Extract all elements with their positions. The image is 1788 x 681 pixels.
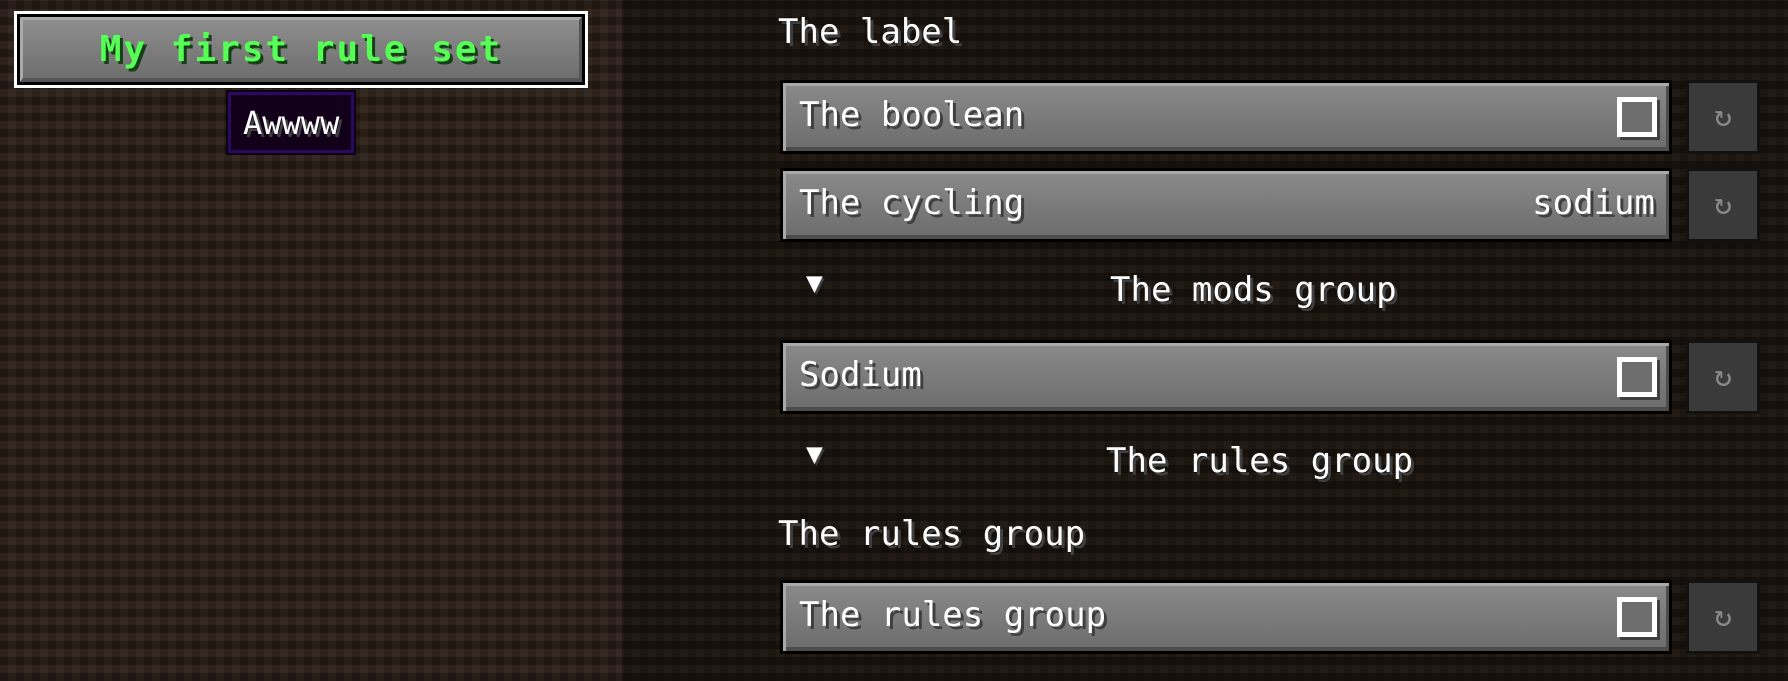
tooltip: Awwww (225, 90, 357, 155)
rule-set-button-label: My first rule set (99, 28, 503, 70)
boolean-option-label: The boolean (799, 95, 1025, 135)
reset-icon: ↻ (1713, 99, 1733, 134)
rules-group-option-row[interactable]: The rules group (780, 580, 1672, 654)
reset-icon: ↻ (1713, 187, 1733, 222)
left-panel: My first rule set Awwww (0, 0, 622, 681)
checkbox-icon[interactable] (1617, 97, 1657, 137)
reset-icon: ↻ (1713, 599, 1733, 634)
boolean-reset-button[interactable]: ↻ (1686, 80, 1760, 154)
rules-group-label: The rules group (1106, 441, 1414, 481)
rules-section-heading: The rules group (778, 514, 1086, 554)
mods-group-collapse-icon[interactable]: ▼ (806, 266, 823, 299)
sodium-option-label: Sodium (799, 355, 922, 395)
checkbox-icon[interactable] (1617, 357, 1657, 397)
mods-group-label: The mods group (1110, 270, 1397, 310)
rules-group-collapse-icon[interactable]: ▼ (806, 437, 823, 470)
reset-icon: ↻ (1713, 359, 1733, 394)
cycling-option-value: sodium (1532, 183, 1655, 223)
section-heading-label: The label (778, 12, 963, 52)
sodium-option-row[interactable]: Sodium (780, 340, 1672, 414)
boolean-option-row[interactable]: The boolean (780, 80, 1672, 154)
cycling-option-row[interactable]: The cycling sodium (780, 168, 1672, 242)
rule-set-button-face[interactable]: My first rule set (20, 17, 582, 82)
rules-group-reset-button[interactable]: ↻ (1686, 580, 1760, 654)
cycling-reset-button[interactable]: ↻ (1686, 168, 1760, 242)
sodium-reset-button[interactable]: ↻ (1686, 340, 1760, 414)
cycling-option-label: The cycling (799, 183, 1025, 223)
rule-set-button[interactable]: My first rule set (14, 11, 588, 88)
checkbox-icon[interactable] (1617, 597, 1657, 637)
tooltip-text: Awwww (243, 103, 340, 142)
rules-group-option-label: The rules group (799, 595, 1107, 635)
